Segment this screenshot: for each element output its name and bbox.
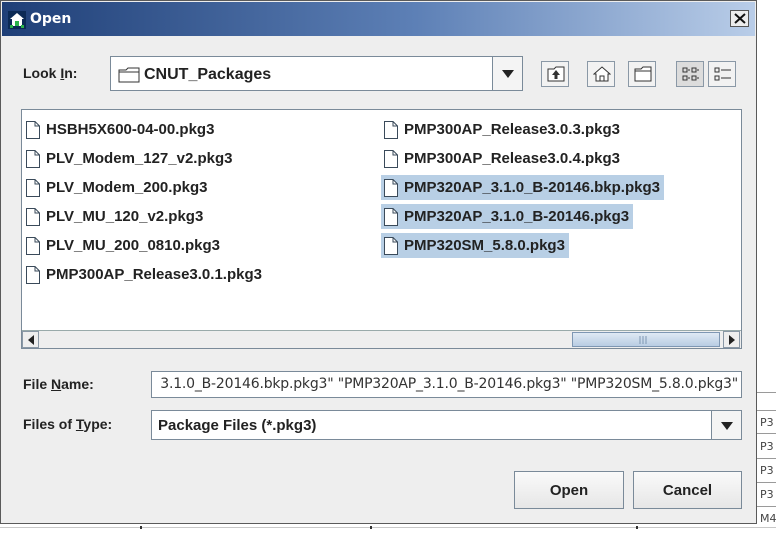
chevron-down-icon [502, 70, 514, 78]
list-view-icon [682, 67, 699, 81]
file-list[interactable]: HSBH5X600-04-00.pkg3 PLV_Modem_127_v2.pkg… [21, 109, 742, 349]
file-name-text: PMP320AP_3.1.0_B-20146.pkg3 [404, 208, 630, 225]
file-icon [26, 149, 40, 168]
file-list-item[interactable]: PLV_MU_120_v2.pkg3 [23, 204, 207, 229]
folder-icon [118, 67, 140, 83]
network-app-icon [8, 11, 26, 29]
file-icon [384, 207, 398, 226]
file-name-text: PLV_MU_120_v2.pkg3 [46, 208, 204, 225]
look-in-value: CNUT_Packages [144, 66, 272, 83]
details-view-icon [714, 67, 731, 81]
file-list-item[interactable]: PMP300AP_Release3.0.1.pkg3 [23, 262, 266, 287]
bg-cell-text: P3 [760, 488, 774, 501]
file-name-label: File Name: [23, 376, 94, 392]
file-icon [26, 120, 40, 139]
file-icon [26, 207, 40, 226]
chevron-down-icon [721, 422, 733, 430]
file-name-text: PMP300AP_Release3.0.1.pkg3 [46, 266, 262, 283]
scroll-thumb[interactable] [572, 332, 720, 347]
file-name-text: PLV_Modem_200.pkg3 [46, 179, 208, 196]
bg-divider [757, 482, 776, 483]
look-in-dropdown-button[interactable] [492, 57, 522, 90]
file-icon [384, 149, 398, 168]
file-name-text: PMP300AP_Release3.0.4.pkg3 [404, 150, 620, 167]
file-name-value: 3.1.0_B-20146.bkp.pkg3" "PMP320AP_3.1.0_… [160, 376, 738, 392]
file-icon [384, 120, 398, 139]
file-name-text: PMP320AP_3.1.0_B-20146.bkp.pkg3 [404, 179, 660, 196]
file-list-item[interactable]: PMP320SM_5.8.0.pkg3 [381, 233, 569, 258]
bg-tick [370, 526, 372, 529]
bg-divider [757, 506, 776, 507]
files-of-type-value: Package Files (*.pkg3) [158, 417, 317, 434]
file-list-item[interactable]: PMP300AP_Release3.0.4.pkg3 [381, 146, 624, 171]
open-button[interactable]: Open [514, 471, 624, 509]
cancel-button[interactable]: Cancel [633, 471, 742, 509]
files-of-type-combo[interactable]: Package Files (*.pkg3) [151, 410, 742, 440]
files-of-type-dropdown-button[interactable] [711, 411, 741, 439]
scroll-left-button[interactable] [22, 331, 39, 348]
files-of-type-label-text: ype: [83, 416, 113, 432]
file-name-label-text: File [23, 376, 52, 392]
file-list-item[interactable]: PMP320AP_3.1.0_B-20146.pkg3 [381, 204, 634, 229]
file-list-item[interactable]: PLV_MU_200_0810.pkg3 [23, 233, 224, 258]
grip-icon [639, 336, 647, 344]
bg-tick [636, 526, 638, 529]
file-icon [26, 178, 40, 197]
bg-tick [140, 526, 142, 529]
bg-divider [757, 410, 776, 411]
bg-cell-text: M4 [760, 512, 776, 525]
file-list-item[interactable]: PMP300AP_Release3.0.3.pkg3 [381, 117, 624, 142]
file-name-label-text: ame: [61, 376, 94, 392]
file-list-item[interactable]: PMP320AP_3.1.0_B-20146.bkp.pkg3 [381, 175, 664, 200]
file-icon [26, 236, 40, 255]
file-name-text: PLV_MU_200_0810.pkg3 [46, 237, 220, 254]
up-one-level-button[interactable] [541, 61, 569, 87]
arrow-right-icon [729, 335, 735, 345]
dialog-title: Open [30, 11, 72, 27]
file-name-input[interactable]: 3.1.0_B-20146.bkp.pkg3" "PMP320AP_3.1.0_… [151, 371, 742, 398]
look-in-label-text: Look [23, 65, 61, 81]
bg-divider [757, 392, 776, 393]
file-list-item[interactable]: HSBH5X600-04-00.pkg3 [23, 117, 218, 142]
new-folder-button[interactable] [628, 61, 656, 87]
file-list-item[interactable]: PLV_Modem_127_v2.pkg3 [23, 146, 236, 171]
bg-cell-text: P3 [760, 464, 774, 477]
title-bar[interactable]: Open [2, 2, 755, 36]
file-icon [384, 178, 398, 197]
home-icon [593, 66, 611, 82]
bg-divider [757, 458, 776, 459]
bg-divider [757, 433, 776, 434]
file-name-text: PMP300AP_Release3.0.3.pkg3 [404, 121, 620, 138]
file-list-item[interactable]: PLV_Modem_200.pkg3 [23, 175, 211, 200]
look-in-label-text: n: [64, 65, 78, 81]
file-name-text: HSBH5X600-04-00.pkg3 [46, 121, 215, 138]
up-one-level-icon [547, 66, 565, 82]
home-button[interactable] [587, 61, 615, 87]
file-icon [384, 236, 398, 255]
file-icon [26, 265, 40, 284]
new-folder-icon [634, 66, 652, 82]
file-name-text: PLV_Modem_127_v2.pkg3 [46, 150, 233, 167]
look-in-label: Look In: [23, 65, 77, 81]
details-view-button[interactable] [708, 61, 736, 87]
close-button[interactable] [730, 10, 749, 27]
close-icon [734, 13, 746, 24]
open-dialog: Open Look In: CNUT_Packages HSBH5X600-04… [0, 0, 757, 524]
bg-divider [0, 527, 776, 528]
bg-cell-text: P3 [760, 416, 774, 429]
files-of-type-label-text: Files of [23, 416, 76, 432]
files-of-type-label: Files of Type: [23, 416, 112, 432]
list-view-button[interactable] [676, 61, 704, 87]
arrow-left-icon [28, 335, 34, 345]
horizontal-scrollbar[interactable] [22, 330, 741, 348]
look-in-combo[interactable]: CNUT_Packages [110, 56, 523, 91]
bg-cell-text: P3 [760, 440, 774, 453]
file-name-text: PMP320SM_5.8.0.pkg3 [404, 237, 565, 254]
file-name-mnemonic: N [51, 376, 62, 392]
scroll-right-button[interactable] [723, 331, 740, 348]
